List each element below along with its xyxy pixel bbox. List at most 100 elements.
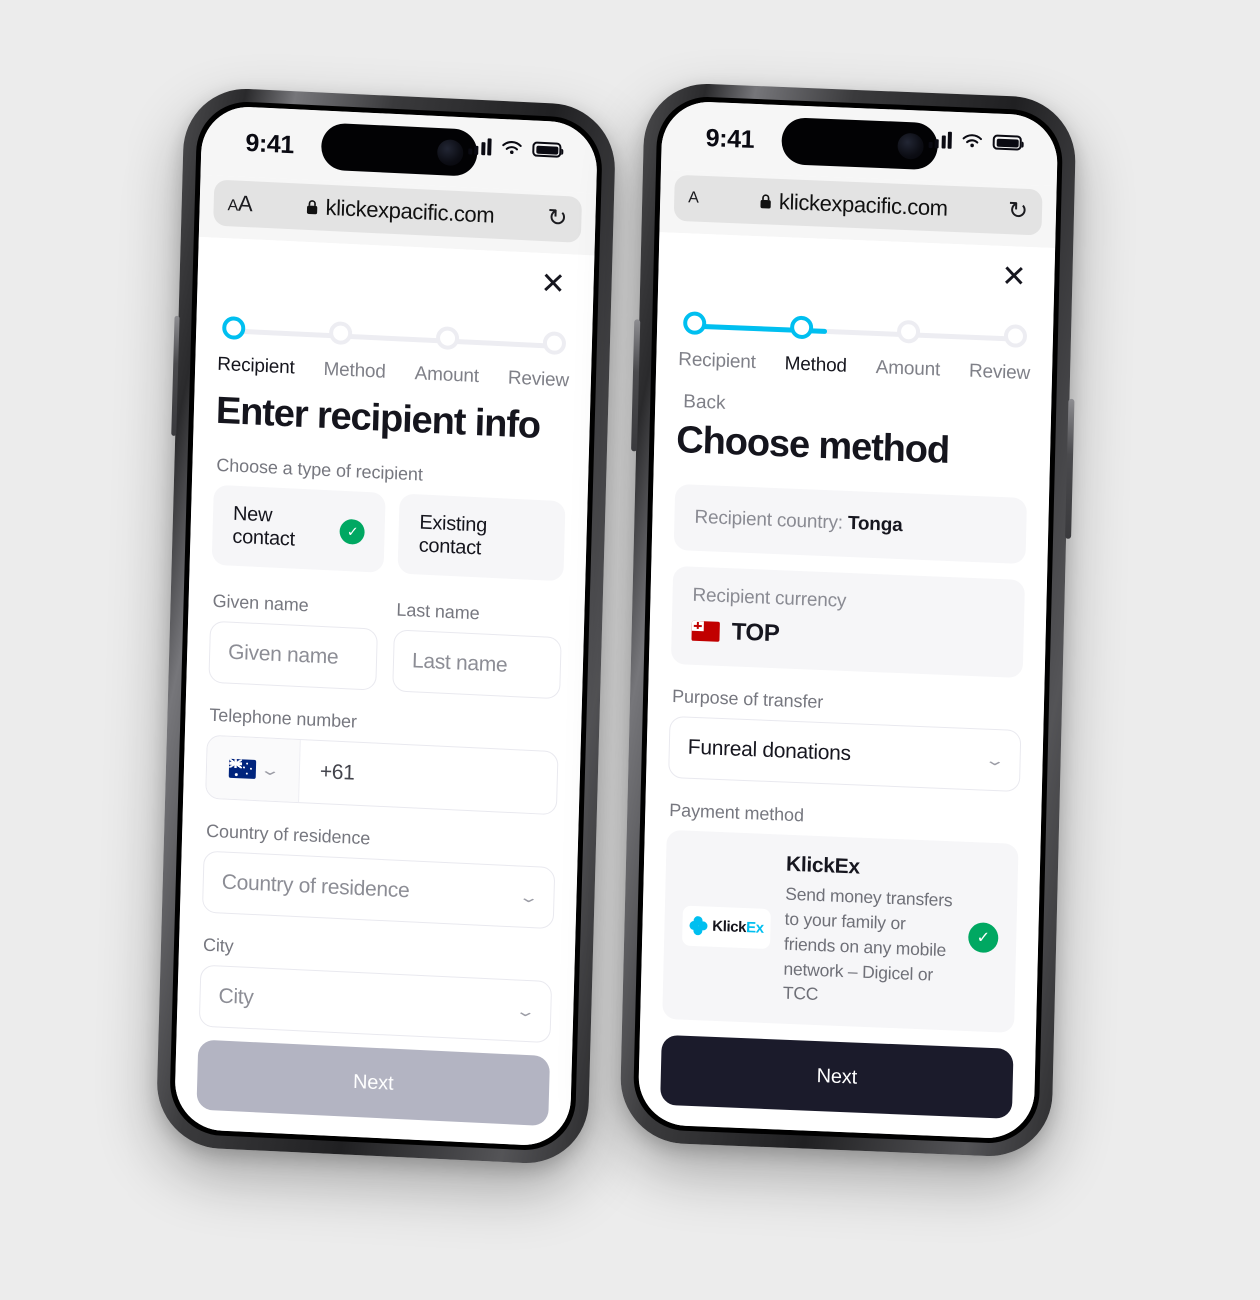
battery-icon xyxy=(992,134,1022,151)
progress-stepper xyxy=(682,311,1028,355)
wifi-icon xyxy=(962,134,983,148)
phone-mockup-recipient: 9:41 AA klickexpacific.com ↻ ✕ Recipient… xyxy=(155,86,617,1166)
check-circle-icon: ✓ xyxy=(339,518,366,545)
tonga-flag-icon xyxy=(691,620,720,642)
recipient-country-label: Recipient country: xyxy=(694,506,849,534)
australia-flag-icon xyxy=(228,758,257,779)
lock-icon xyxy=(760,194,771,209)
reload-icon[interactable]: ↻ xyxy=(1008,197,1029,225)
wifi-icon xyxy=(502,141,522,155)
telephone-prefix[interactable]: +61 xyxy=(299,740,355,805)
telephone-field: ⌄ +61 xyxy=(205,734,559,816)
page-title: Choose method xyxy=(675,418,950,472)
country-residence-select[interactable]: Country of residence ⌄ xyxy=(201,850,556,930)
volume-buttons-left[interactable] xyxy=(171,315,180,436)
page-title: Enter recipient info xyxy=(215,389,541,448)
step-label-review[interactable]: Review xyxy=(969,361,1031,385)
purpose-of-transfer-label: Purpose of transfer xyxy=(671,685,824,713)
stepper-dot-method[interactable] xyxy=(328,321,353,346)
close-icon[interactable]: ✕ xyxy=(995,258,1033,297)
chip-existing-contact-label: Existing contact xyxy=(418,511,488,560)
front-camera-icon xyxy=(436,138,464,166)
back-link[interactable]: Back xyxy=(683,391,726,415)
next-button[interactable]: Next xyxy=(660,1034,1014,1119)
stepper-labels: Recipient Method Amount Review xyxy=(678,349,1030,385)
volume-buttons-right-phone-left-side[interactable] xyxy=(631,319,641,452)
city-select[interactable]: City ⌄ xyxy=(198,964,553,1044)
klickex-logo-icon: KlickEx xyxy=(682,905,771,949)
stepper-dot-amount[interactable] xyxy=(896,319,921,344)
last-name-label: Last name xyxy=(396,599,480,624)
payment-method-text: KlickEx Send money transfers to your fam… xyxy=(783,853,957,1013)
recipient-country-value: Tonga xyxy=(847,512,903,537)
chevron-down-icon: ⌄ xyxy=(259,761,281,779)
given-name-input[interactable]: Given name xyxy=(208,620,378,691)
close-icon[interactable]: ✕ xyxy=(534,265,572,305)
country-residence-value: Country of residence xyxy=(221,870,410,903)
status-indicators xyxy=(467,137,562,158)
chip-existing-contact[interactable]: Existing contact xyxy=(397,493,566,582)
front-camera-icon xyxy=(897,132,924,160)
payment-method-description: Send money transfers to your family or f… xyxy=(782,883,953,1005)
stepper-dot-method[interactable] xyxy=(789,315,814,340)
klickex-clover-mark-icon xyxy=(689,916,708,936)
purpose-of-transfer-value: Funreal donations xyxy=(687,735,852,766)
text-size-button[interactable]: AA xyxy=(227,190,252,217)
chip-new-contact-label: New contact xyxy=(232,502,296,551)
phone-bezel: 9:41 AA klickexpacific.com ↻ ✕ Recipient… xyxy=(168,99,604,1153)
battery-icon xyxy=(532,141,562,158)
klickex-wordmark-accent: Ex xyxy=(745,919,764,937)
url-text: klickexpacific.com xyxy=(778,188,948,221)
dynamic-island xyxy=(781,117,939,171)
recipient-currency-panel: Recipient currency TOP xyxy=(670,565,1026,679)
purpose-of-transfer-select[interactable]: Funreal donations ⌄ xyxy=(668,715,1022,793)
stepper-dot-review[interactable] xyxy=(1003,324,1028,348)
cellular-bars-icon xyxy=(928,131,952,149)
step-label-method[interactable]: Method xyxy=(323,359,386,384)
recipient-country-panel: Recipient country: Tonga xyxy=(673,483,1028,565)
address-bar[interactable]: A klickexpacific.com ↻ xyxy=(673,174,1043,236)
phone-mockup-method: 9:41 A klickexpacific.com ↻ ✕ Recipient … xyxy=(619,81,1077,1159)
phone-screen-recipient: 9:41 AA klickexpacific.com ↻ ✕ Recipient… xyxy=(173,104,599,1148)
klickex-wordmark-dark: Klick xyxy=(712,917,747,937)
status-clock: 9:41 xyxy=(245,128,295,160)
progress-stepper xyxy=(221,316,567,362)
chip-new-contact[interactable]: New contact ✓ xyxy=(211,484,387,573)
step-label-review[interactable]: Review xyxy=(508,368,570,393)
recipient-country-line: Recipient country: Tonga xyxy=(694,507,1006,542)
chevron-down-icon: ⌄ xyxy=(983,751,1006,769)
step-label-recipient[interactable]: Recipient xyxy=(217,354,295,380)
lock-icon xyxy=(306,200,318,215)
text-size-button[interactable]: A xyxy=(688,189,699,207)
reload-icon[interactable]: ↻ xyxy=(547,204,568,232)
step-label-amount[interactable]: Amount xyxy=(414,363,479,388)
payment-method-option-klickex[interactable]: KlickEx KlickEx Send money transfers to … xyxy=(662,829,1019,1034)
phone-screen-method: 9:41 A klickexpacific.com ↻ ✕ Recipient … xyxy=(637,100,1059,1140)
given-name-label: Given name xyxy=(212,590,309,616)
currency-code: TOP xyxy=(731,618,780,648)
power-button[interactable] xyxy=(1065,398,1075,539)
last-name-input[interactable]: Last name xyxy=(392,629,562,700)
step-label-amount[interactable]: Amount xyxy=(876,357,941,382)
status-indicators xyxy=(928,131,1022,152)
cellular-bars-icon xyxy=(467,137,492,156)
url-text: klickexpacific.com xyxy=(325,194,495,228)
stepper-dot-amount[interactable] xyxy=(435,326,460,351)
step-label-recipient[interactable]: Recipient xyxy=(678,349,756,374)
klickex-wordmark: KlickEx xyxy=(712,918,764,937)
chevron-down-icon: ⌄ xyxy=(517,888,540,906)
stepper-dot-recipient[interactable] xyxy=(682,311,707,336)
stepper-dot-recipient[interactable] xyxy=(221,316,246,341)
step-label-method[interactable]: Method xyxy=(784,353,847,377)
stepper-dots xyxy=(221,316,567,356)
name-fields-row: Given name Given name Last name Last nam… xyxy=(208,591,562,700)
given-name-group: Given name Given name xyxy=(208,591,378,691)
recipient-type-chips: New contact ✓ Existing contact xyxy=(211,484,566,582)
country-code-selector[interactable]: ⌄ xyxy=(206,735,301,803)
recipient-currency-value-row: TOP xyxy=(691,617,1003,658)
chevron-down-icon: ⌄ xyxy=(514,1002,537,1020)
stepper-dot-review[interactable] xyxy=(542,331,567,356)
payment-method-label: Payment method xyxy=(669,799,805,826)
payment-method-name: KlickEx xyxy=(785,852,861,879)
next-button[interactable]: Next xyxy=(196,1039,551,1127)
